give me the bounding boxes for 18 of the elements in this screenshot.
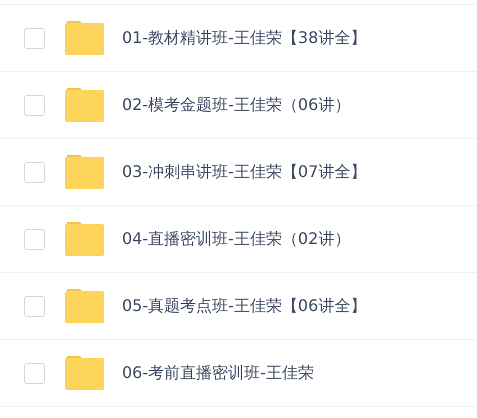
folder-icon [65, 88, 104, 122]
folder-icon [65, 222, 104, 256]
checkbox[interactable] [24, 28, 45, 48]
checkbox[interactable] [24, 94, 45, 116]
folder-name[interactable]: 03-冲刺串讲班-王佳荣【07讲全】 [122, 162, 366, 182]
folder-name[interactable]: 04-直播密训班-王佳荣（02讲） [122, 228, 350, 250]
checkbox[interactable] [24, 228, 45, 250]
checkbox[interactable] [24, 296, 45, 316]
folder-name[interactable]: 05-真题考点班-王佳荣【06讲全】 [122, 296, 366, 316]
folder-icon [65, 21, 104, 55]
checkbox[interactable] [24, 162, 45, 182]
folder-icon [65, 155, 104, 189]
folder-icon [65, 289, 104, 323]
checkbox[interactable] [24, 362, 45, 384]
folder-name[interactable]: 01-教材精讲班-王佳荣【38讲全】 [122, 28, 366, 48]
folder-name[interactable]: 02-模考金题班-王佳荣（06讲） [122, 94, 350, 116]
folder-name[interactable]: 06-考前直播密训班-王佳荣 [122, 362, 314, 384]
folder-icon [65, 356, 104, 390]
